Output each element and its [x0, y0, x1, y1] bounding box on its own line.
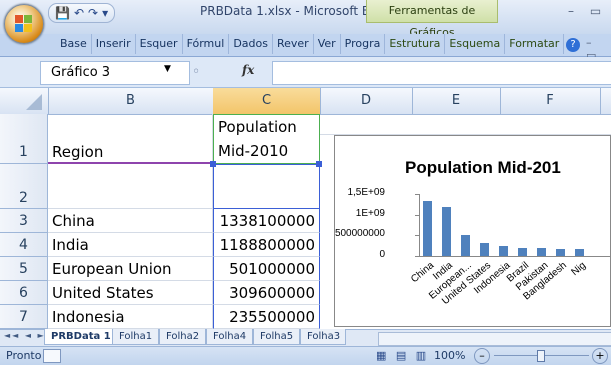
- tab-estrutura[interactable]: Estrutura: [385, 34, 446, 54]
- tab-inserir[interactable]: Inserir: [92, 34, 136, 54]
- undo-icon[interactable]: ↶: [74, 5, 84, 21]
- quick-access-toolbar: 💾 ↶ ↷ ▾: [48, 3, 116, 23]
- chart-plot-area[interactable]: 1,5E+09 1E+09 500000000 0 China India European…: [334, 136, 610, 326]
- column-headers: B C D E F: [0, 88, 611, 115]
- cell-c2[interactable]: [213, 164, 320, 209]
- cell-b7[interactable]: Indonesia: [48, 305, 213, 329]
- chart-bar[interactable]: [499, 246, 508, 256]
- redo-icon[interactable]: ↷: [88, 5, 98, 21]
- y-tick-label: 1E+09: [355, 207, 385, 219]
- formula-input[interactable]: [272, 61, 611, 85]
- cell-b1[interactable]: Region: [48, 114, 213, 164]
- y-tick-label: 0: [379, 249, 385, 260]
- cell-c1[interactable]: Population Mid-2010: [213, 114, 320, 164]
- cell-c3[interactable]: 1338100000: [213, 209, 320, 233]
- chart-bar[interactable]: [556, 249, 565, 256]
- range-handle[interactable]: [316, 161, 322, 167]
- chart-bar[interactable]: [442, 206, 451, 256]
- range-handle[interactable]: [210, 161, 216, 167]
- chart-bar[interactable]: [461, 235, 470, 256]
- cell-b5[interactable]: European Union: [48, 257, 213, 281]
- tab-formulas[interactable]: Fórmul: [183, 34, 230, 54]
- save-icon[interactable]: 💾: [55, 5, 70, 21]
- tab-rever[interactable]: Rever: [273, 34, 314, 54]
- cell-b3[interactable]: China: [48, 209, 213, 233]
- x-tick-label: Nig: [569, 260, 589, 279]
- name-box-dropdown-icon[interactable]: ▼: [164, 64, 171, 74]
- y-axis-line: [419, 194, 420, 256]
- cell-c6[interactable]: 309600000: [213, 281, 320, 305]
- window-title: PRBData 1.xlsx - Microsoft Ex...: [200, 4, 389, 18]
- insert-function-icon[interactable]: fx: [242, 63, 254, 77]
- column-header-d[interactable]: D: [320, 88, 413, 114]
- ribbon-tabs: Base Inserir Esquer Fórmul Dados Rever V…: [0, 34, 611, 57]
- zoom-in-button[interactable]: +: [592, 348, 608, 364]
- cell-c7[interactable]: 235500000: [213, 305, 320, 329]
- row-header-4[interactable]: 4: [0, 233, 48, 257]
- status-ready: Pronto: [6, 349, 42, 362]
- y-tick-label: 1,5E+09: [347, 187, 385, 198]
- tab-base[interactable]: Base: [56, 34, 92, 54]
- formula-bar-handle: ◦: [192, 64, 201, 80]
- tab-ver[interactable]: Ver: [314, 34, 341, 54]
- cell-c4[interactable]: 1188800000: [213, 233, 320, 257]
- tab-formatar[interactable]: Formatar: [505, 34, 565, 54]
- tab-esquema[interactable]: Esquema: [445, 34, 506, 54]
- zoom-level[interactable]: 100%: [434, 349, 465, 362]
- sheet-tab-folha4[interactable]: Folha4: [206, 329, 254, 345]
- column-header-f[interactable]: F: [500, 88, 601, 114]
- y-tick-label: 500000000: [334, 228, 385, 240]
- tab-esquema-pagina[interactable]: Esquer: [136, 34, 183, 54]
- chart-bar[interactable]: [537, 248, 546, 256]
- zoom-slider-thumb[interactable]: [537, 350, 545, 362]
- cell-b6[interactable]: United States: [48, 281, 213, 305]
- chart-bar[interactable]: [518, 248, 527, 256]
- row-header-6[interactable]: 6: [0, 281, 48, 305]
- row-header-7[interactable]: 7: [0, 305, 48, 329]
- view-buttons[interactable]: ▦ ▤ ▥: [376, 349, 429, 362]
- row-header-3[interactable]: 3: [0, 209, 48, 233]
- macro-record-icon[interactable]: [43, 349, 61, 363]
- window-controls[interactable]: – ▭: [568, 4, 607, 18]
- column-header-e[interactable]: E: [412, 88, 501, 114]
- sheet-tab-folha1[interactable]: Folha1: [112, 329, 160, 345]
- horizontal-scrollbar[interactable]: [378, 332, 611, 346]
- cell-c5[interactable]: 501000000: [213, 257, 320, 281]
- select-all-triangle-icon: [26, 94, 42, 110]
- sheet-tab-prbdata1[interactable]: PRBData 1: [44, 329, 118, 345]
- sheet-tab-folha5[interactable]: Folha5: [253, 329, 301, 345]
- range-highlight-purple: [48, 162, 214, 164]
- help-icon[interactable]: ?: [566, 38, 580, 52]
- cell-b4[interactable]: India: [48, 233, 213, 257]
- customize-qat-icon[interactable]: ▾: [102, 5, 108, 21]
- cell-b2[interactable]: [48, 164, 213, 209]
- column-header-c[interactable]: C: [213, 88, 321, 114]
- ribbon-tab-list: Base Inserir Esquer Fórmul Dados Rever V…: [56, 34, 565, 56]
- chart-bar[interactable]: [575, 249, 584, 256]
- cells-d1-f1[interactable]: [320, 114, 611, 135]
- sheet-tab-folha3[interactable]: Folha3: [300, 329, 346, 345]
- sheet-tab-folha2[interactable]: Folha2: [159, 329, 207, 345]
- row-header-2[interactable]: 2: [0, 164, 48, 209]
- zoom-out-button[interactable]: –: [474, 348, 490, 364]
- tab-programador[interactable]: Progra: [341, 34, 386, 54]
- x-axis-line: [419, 256, 610, 257]
- column-header-b[interactable]: B: [48, 88, 214, 114]
- chart-bar[interactable]: [480, 243, 489, 256]
- tab-dados[interactable]: Dados: [229, 34, 273, 54]
- row-header-1[interactable]: 1: [0, 114, 48, 164]
- chart-object[interactable]: Population Mid-201 1,5E+09 1E+09 500000000…: [334, 135, 611, 327]
- chart-bar[interactable]: [423, 200, 432, 256]
- row-header-5[interactable]: 5: [0, 257, 48, 281]
- chart-tools-context-tab: Ferramentas de Gráficos: [366, 0, 498, 39]
- office-button[interactable]: [4, 4, 44, 44]
